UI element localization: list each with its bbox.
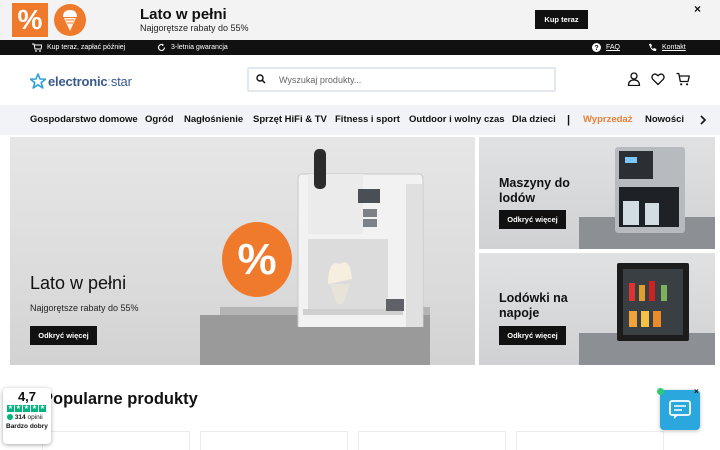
promo-buy-now-button[interactable]: Kup teraz [535,10,588,29]
rating-verdict: Bardzo dobry [6,423,48,430]
percent-badge: % [12,3,48,37]
chevron-right-icon[interactable] [696,113,710,127]
contact-link[interactable]: Kontakt [648,40,686,55]
phone-icon [649,43,657,51]
logo-text-right: star [110,73,132,89]
rating-count-label: opinii [27,414,43,421]
search-bar [247,67,556,92]
star-icon: ★ [7,405,14,412]
ice-cream-icon [54,4,86,36]
check-icon [7,414,13,420]
nav-item-kids[interactable]: Dla dzieci [512,105,556,135]
info-bar: Kup teraz, zapłać później 3-letnia gwara… [0,40,720,55]
rating-badge[interactable]: 4,7 ★ ★ ★ ★ ★ 314 opinii Bardzo dobry [3,388,51,444]
rating-count-value: 314 [14,414,26,421]
site-header: electronic:star [0,55,720,105]
mini-fridge-image [617,263,689,341]
star-logo-icon [30,73,46,89]
star-icon: ★ [31,405,38,412]
tile-title-line2: lodów [499,191,536,205]
promo-close-icon[interactable]: × [694,2,701,16]
tile-beverage-fridges[interactable]: Lodówki na napoje Odkryć więcej [479,253,715,365]
hero-title: Lato w pełni [30,273,127,293]
ice-maker-image [615,147,685,233]
warranty-info[interactable]: 3-letnia gwarancja [157,40,228,55]
chat-icon [669,400,691,419]
star-icon: ★ [39,405,46,412]
rating-count: 314 opinii [7,414,43,421]
tile-discover-button[interactable]: Odkryć więcej [499,326,566,345]
hero-banner[interactable]: % Lato w pełni Najgorętsze rabaty do 55%… [10,137,475,365]
search-icon[interactable] [256,74,266,84]
tile-discover-button[interactable]: Odkryć więcej [499,210,566,229]
tile-title-line1: Lodówki na [499,291,568,305]
cart-icon[interactable] [676,72,690,86]
tile-ice-cream-machines[interactable]: Maszyny do lodów Odkryć więcej [479,137,715,249]
rating-score: 4,7 [17,389,37,404]
chat-close-icon[interactable]: × [694,387,699,396]
chat-button[interactable] [660,390,700,430]
logo-text-left: electronic [48,73,108,89]
nav-item-household[interactable]: Gospodarstwo domowe [30,105,138,135]
category-nav: Gospodarstwo domowe Ogród Nagłośnienie S… [0,105,720,135]
svg-text:?: ? [594,45,598,52]
faq-link[interactable]: ? FAQ [592,40,620,55]
nav-separator: | [567,114,571,126]
contact-label: Kontakt [662,44,686,51]
user-icon[interactable] [627,72,641,86]
promo-subtitle: Najgorętsze rabaty do 55% [140,23,249,33]
buy-now-pay-later[interactable]: Kup teraz, zapłać później [32,40,125,55]
warranty-label: 3-letnia gwarancja [171,44,228,51]
tile-title-line2: napoje [499,306,540,320]
product-card[interactable] [42,431,190,450]
promo-title: Lato w pełni [140,6,227,23]
rating-stars: ★ ★ ★ ★ ★ [7,405,46,412]
nav-item-garden[interactable]: Ogród [145,105,174,135]
product-card[interactable] [516,431,664,450]
star-icon: ★ [23,405,30,412]
nav-item-sale[interactable]: Wyprzedaż [583,105,632,135]
faq-label: FAQ [606,44,621,51]
nav-item-fitness[interactable]: Fitness i sport [335,105,400,135]
promo-banner: % Lato w pełni Najgorętsze rabaty do 55%… [0,0,720,40]
refresh-icon [158,43,166,51]
heart-icon[interactable] [651,72,665,86]
hero-discover-button[interactable]: Odkryć więcej [30,326,97,345]
help-icon: ? [592,42,601,52]
hero-subtitle: Najgorętsze rabaty do 55% [30,303,139,313]
ice-cream-machine-image [297,149,424,327]
search-input[interactable] [279,72,549,88]
online-indicator [657,388,664,395]
product-card[interactable] [358,431,506,450]
product-card[interactable] [200,431,348,450]
popular-products-heading: Popularne produkty [42,390,198,408]
nav-item-outdoor[interactable]: Outdoor i wolny czas [409,105,505,135]
tile-title-line1: Maszyny do [499,176,570,190]
star-icon: ★ [15,405,22,412]
cart-icon [32,43,42,52]
nav-item-sound[interactable]: Nagłośnienie [184,105,243,135]
nav-item-news[interactable]: Nowości [645,105,684,135]
site-logo[interactable]: electronic:star [30,72,132,90]
nav-item-hifi-tv[interactable]: Sprzęt HiFi & TV [253,105,327,135]
buy-now-pay-later-label: Kup teraz, zapłać później [47,44,126,51]
hero-percent-badge: % [222,222,292,297]
